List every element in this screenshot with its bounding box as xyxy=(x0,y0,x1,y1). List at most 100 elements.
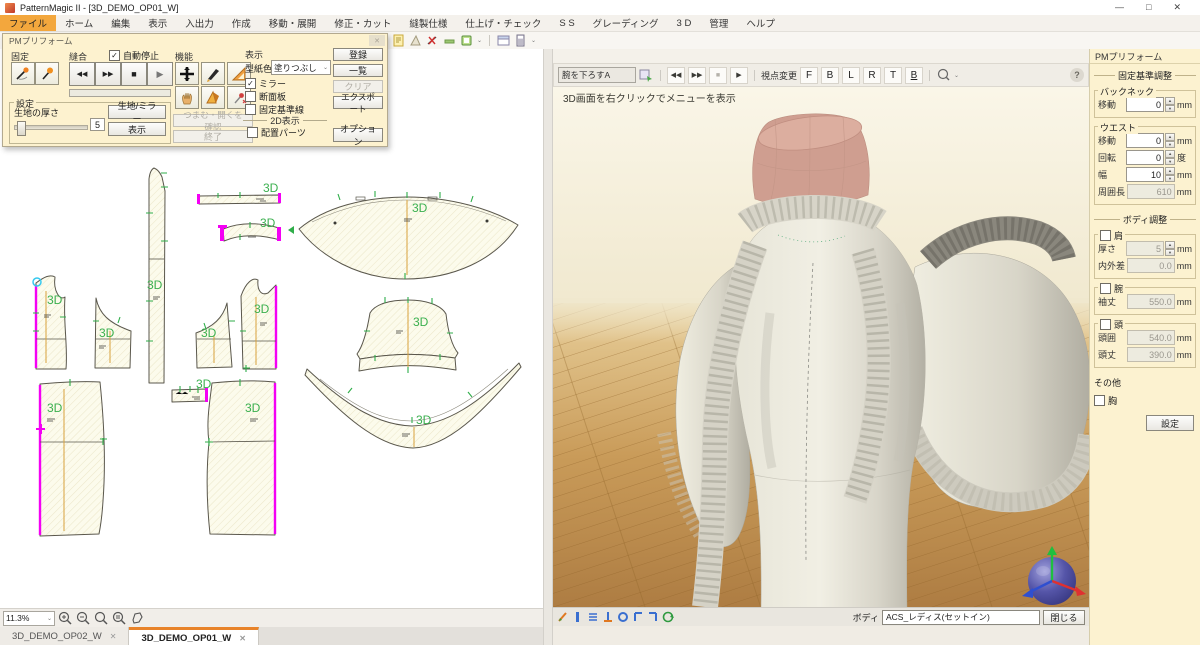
pencil-tool-button[interactable] xyxy=(201,62,225,85)
shoulder-checkbox[interactable] xyxy=(1100,230,1111,241)
placed-parts-checkbox[interactable] xyxy=(247,127,258,138)
waist-move-input[interactable]: 0 ▲▼ xyxy=(1126,133,1175,148)
fabric-show-button[interactable]: 表示 xyxy=(108,122,166,136)
calculator-icon[interactable] xyxy=(514,34,527,47)
list-button[interactable]: 一覧 xyxy=(333,64,383,77)
dialog-close-icon[interactable]: ✕ xyxy=(369,35,385,46)
pose-preset-select[interactable]: 腕を下ろすA xyxy=(558,67,636,83)
circle-tool-icon[interactable] xyxy=(617,611,629,623)
sew-play-button[interactable]: ▶ xyxy=(147,62,173,86)
sew-rewind-button[interactable]: ◀◀ xyxy=(69,62,95,86)
move-tool-button[interactable] xyxy=(175,62,199,85)
chest-checkbox[interactable] xyxy=(1094,395,1105,406)
menu-move[interactable]: 移動・展開 xyxy=(260,15,326,31)
view-top-button[interactable]: T xyxy=(884,67,902,84)
edit-slash-icon[interactable] xyxy=(426,34,439,47)
axis-icon[interactable] xyxy=(602,611,614,623)
section-plane-checkbox[interactable] xyxy=(245,91,256,102)
zoom-fit-icon[interactable] xyxy=(111,611,127,626)
pinch-open-check-button[interactable]: つまむ・開くを確認 xyxy=(173,114,253,127)
window-icon[interactable] xyxy=(497,34,510,47)
sim-play-icon[interactable]: ▶ xyxy=(730,67,748,84)
dropdown-caret-icon[interactable]: ⌄ xyxy=(954,72,959,79)
waist-rotate-input[interactable]: 0 ▲▼ xyxy=(1126,150,1175,165)
sim-forward-icon[interactable]: ▶▶ xyxy=(688,67,706,84)
menu-finish[interactable]: 仕上げ・チェック xyxy=(456,15,550,31)
pattern-piece-skirt-right[interactable]: 3D xyxy=(205,379,275,535)
sew-stop-button[interactable]: ■ xyxy=(121,62,147,86)
menu-file[interactable]: ファイル xyxy=(0,15,56,31)
zoom-reset-icon[interactable] xyxy=(93,611,109,626)
menu-home[interactable]: ホーム xyxy=(56,15,102,31)
menu-io[interactable]: 入出力 xyxy=(176,15,223,31)
menu-modify[interactable]: 修正・カット xyxy=(325,15,400,31)
help-icon[interactable]: ? xyxy=(1070,68,1084,82)
pattern-piece-bodice-back-right[interactable]: 3D xyxy=(240,279,276,372)
menu-edit[interactable]: 編集 xyxy=(102,15,139,31)
register-button[interactable]: 登録 xyxy=(333,48,383,61)
flip-corner-icon[interactable] xyxy=(647,611,659,623)
waist-width-input[interactable]: 10 ▲▼ xyxy=(1126,167,1175,182)
menu-grading[interactable]: グレーディング xyxy=(584,15,668,31)
pane-splitter[interactable] xyxy=(543,49,553,645)
menu-view[interactable]: 表示 xyxy=(139,15,176,31)
slider-handle[interactable] xyxy=(17,121,26,136)
sidebar-set-button[interactable]: 設定 xyxy=(1146,415,1194,431)
view-bottom-button[interactable]: B xyxy=(905,67,923,84)
pen-tool-icon[interactable] xyxy=(557,611,569,623)
pattern-color-select[interactable]: 塗りつぶし ⌄ xyxy=(271,60,331,75)
tab-3d-demo-op02[interactable]: 3D_DEMO_OP02_W ✕ xyxy=(0,627,129,645)
orbit-icon[interactable] xyxy=(936,68,951,82)
sim-rewind-icon[interactable]: ◀◀ xyxy=(667,67,685,84)
tab-close-icon[interactable]: ✕ xyxy=(239,634,246,643)
measure-icon[interactable] xyxy=(572,611,584,623)
dropdown-caret-icon[interactable]: ⌄ xyxy=(477,37,482,44)
restore-icon[interactable]: □ xyxy=(1146,2,1151,13)
fix-needle-button[interactable] xyxy=(11,62,35,85)
refresh-icon[interactable] xyxy=(662,611,674,623)
document-icon[interactable] xyxy=(392,34,405,47)
menu-create[interactable]: 作成 xyxy=(223,15,260,31)
menu-manage[interactable]: 管理 xyxy=(700,15,737,31)
zoom-out-icon[interactable] xyxy=(75,611,91,626)
close-3d-button[interactable]: 閉じる xyxy=(1043,610,1085,625)
mirror-checkbox[interactable]: ✓ xyxy=(245,78,256,89)
apply-pose-icon[interactable] xyxy=(639,68,654,82)
pattern-piece-skirt-left[interactable]: 3D xyxy=(36,379,107,536)
dropdown-caret-icon[interactable]: ⌄ xyxy=(531,37,536,44)
zoom-level-select[interactable]: 11.3% ⌄ xyxy=(3,611,55,626)
end-button[interactable]: 終了 xyxy=(173,130,253,143)
menu-3d[interactable]: 3 D xyxy=(668,15,701,31)
arm-checkbox[interactable] xyxy=(1100,283,1111,294)
fold-tool-button[interactable] xyxy=(201,86,225,109)
corner-tool-icon[interactable] xyxy=(632,611,644,623)
export-button[interactable]: エクスポート xyxy=(333,96,383,109)
view-front-button[interactable]: F xyxy=(800,67,818,84)
close-icon[interactable]: ✕ xyxy=(1173,2,1181,13)
grid-icon[interactable] xyxy=(587,611,599,623)
tab-close-icon[interactable]: ✕ xyxy=(110,632,117,641)
menu-ss[interactable]: S S xyxy=(550,15,583,31)
zoom-in-icon[interactable] xyxy=(57,611,73,626)
sew-forward-button[interactable]: ▶▶ xyxy=(95,62,121,86)
auto-stop-checkbox[interactable]: ✓ xyxy=(109,50,120,61)
menu-help[interactable]: ヘルプ xyxy=(737,15,784,31)
view-left-button[interactable]: L xyxy=(842,67,860,84)
backneck-move-input[interactable]: 0 ▲▼ xyxy=(1126,97,1175,112)
fix-pin-button[interactable] xyxy=(35,62,59,85)
green-dash-icon[interactable] xyxy=(443,34,456,47)
viewport-3d[interactable]: 3D画面を右クリックでメニューを表示 xyxy=(553,87,1089,607)
view-right-button[interactable]: R xyxy=(863,67,881,84)
body-select[interactable]: ACS_レディス(セットイン) xyxy=(882,610,1040,625)
fabric-thickness-slider[interactable] xyxy=(14,125,88,130)
zoom-area-icon[interactable] xyxy=(129,611,145,626)
fabric-mirror-button[interactable]: 生地/ミラー xyxy=(108,105,166,119)
prism-icon[interactable] xyxy=(409,34,422,47)
tab-3d-demo-op01[interactable]: 3D_DEMO_OP01_W ✕ xyxy=(129,627,258,645)
sim-stop-icon[interactable]: ■ xyxy=(709,67,727,84)
view-back-button[interactable]: B xyxy=(821,67,839,84)
pinch-tool-button[interactable] xyxy=(175,86,199,109)
pm-preform-dialog[interactable]: PMプリフォーム ✕ 固定 縫合 ✓ 自動停止 ◀◀ ▶▶ ■ ▶ 設定 生地の… xyxy=(2,33,388,147)
monitor-icon[interactable] xyxy=(460,34,473,47)
head-checkbox[interactable] xyxy=(1100,319,1111,330)
